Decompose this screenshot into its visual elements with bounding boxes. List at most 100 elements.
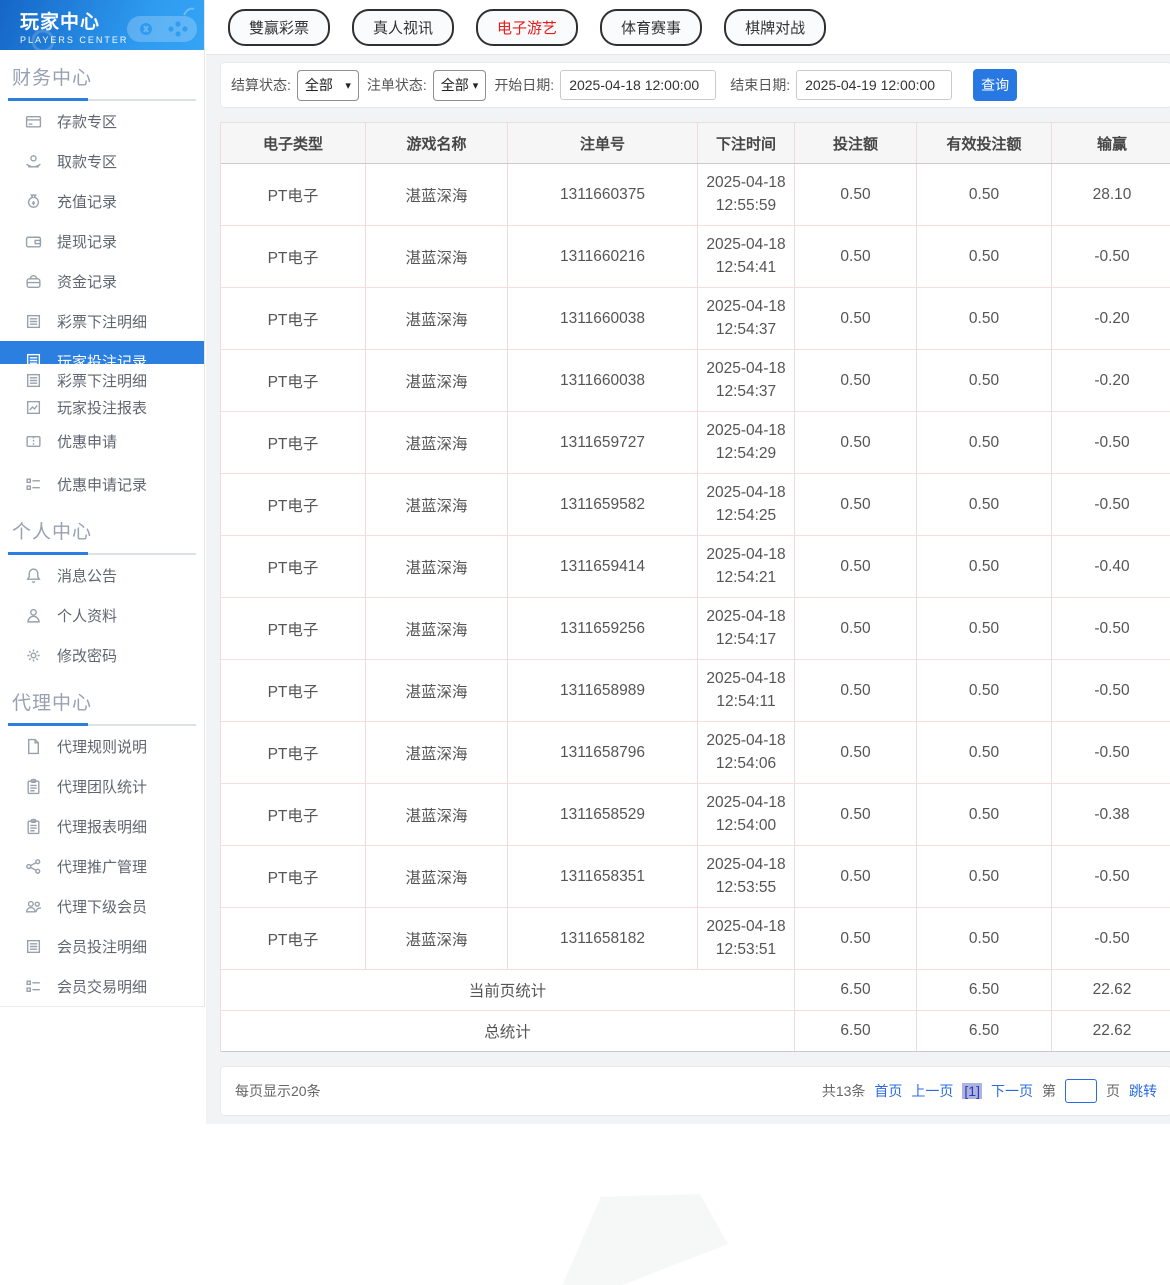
section-divider (12, 724, 196, 726)
finance-menu: 存款专区 取款专区 充值记录 提现记录 资金记录 彩票下注明细 玩家投注记录 彩… (0, 101, 204, 504)
circle-decoration (28, 29, 58, 50)
section-divider (12, 99, 196, 101)
table-row: PT电子 湛蓝深海 1311659256 2025-04-18 12:54:17… (221, 598, 1170, 660)
personal-menu: 消息公告 个人资料 修改密码 (0, 555, 204, 675)
sidebar-item[interactable]: 代理推广管理 (0, 846, 204, 886)
sidebar-item[interactable]: 代理下级会员 (0, 886, 204, 926)
sidebar-item[interactable]: 优惠申请记录 (0, 464, 204, 504)
sidebar-item[interactable]: 会员交易明细 (0, 966, 204, 1006)
section-finance: 财务中心 (0, 50, 204, 101)
gear-icon (25, 647, 42, 664)
sidebar: 玩家中心 PLAYERS CENTER 财务中心 存款专区 取款专区 充值记录 (0, 0, 205, 1007)
section-agent: 代理中心 (0, 675, 204, 726)
end-date-label: 结束日期: (730, 75, 790, 95)
sidebar-item[interactable]: 玩家投注记录 (0, 341, 204, 364)
clipboard-icon (25, 818, 42, 835)
chevron-down-icon: ▾ (473, 79, 479, 92)
gamepad-icon (126, 2, 198, 50)
bell-icon (25, 567, 42, 584)
jump-suffix-label: 页 (1106, 1081, 1120, 1101)
coupon-icon (25, 433, 42, 450)
section-personal: 个人中心 (0, 504, 204, 555)
deposit-card-icon (25, 113, 42, 130)
col-header-game: 游戏名称 (365, 123, 507, 163)
settle-status-label: 结算状态: (231, 75, 291, 95)
sidebar-item[interactable]: 代理报表明细 (0, 806, 204, 846)
sidebar-item[interactable]: 修改密码 (0, 635, 204, 675)
first-page-link[interactable]: 首页 (874, 1081, 902, 1101)
table-row: PT电子 湛蓝深海 1311660375 2025-04-18 12:55:59… (221, 164, 1170, 226)
page-summary-row: 当前页统计 6.50 6.50 22.62 (221, 970, 1170, 1011)
list-icon (25, 313, 42, 330)
settle-status-select[interactable]: 全部 ▾ (297, 70, 359, 101)
sidebar-item[interactable]: 优惠申请 (0, 418, 204, 464)
end-date-input[interactable] (796, 70, 952, 100)
page-summary-valid: 6.50 (916, 970, 1051, 1010)
next-page-link[interactable]: 下一页 (991, 1081, 1033, 1101)
sidebar-item[interactable]: 充值记录 (0, 181, 204, 221)
order-status-label: 注单状态: (367, 75, 427, 95)
list-check-icon (25, 476, 42, 493)
wallet-icon (25, 233, 42, 250)
game-tab[interactable]: 电子游艺 (476, 9, 578, 46)
sidebar-item[interactable]: 彩票下注明细 (0, 301, 204, 341)
table-row: PT电子 湛蓝深海 1311659727 2025-04-18 12:54:29… (221, 412, 1170, 474)
total-count: 共13条 (822, 1081, 866, 1101)
bet-records-table: 电子类型 游戏名称 注单号 下注时间 投注额 有效投注额 输赢 PT电子 湛蓝深… (220, 122, 1170, 1052)
table-row: PT电子 湛蓝深海 1311659582 2025-04-18 12:54:25… (221, 474, 1170, 536)
sidebar-item[interactable]: 代理规则说明 (0, 726, 204, 766)
main-area: 雙赢彩票 真人视讯 电子游艺 体育赛事 棋牌对战 结算状态: 全部 ▾ 注单状态… (206, 0, 1170, 1285)
col-header-type: 电子类型 (221, 123, 365, 163)
table-row: PT电子 湛蓝深海 1311659414 2025-04-18 12:54:21… (221, 536, 1170, 598)
sidebar-item[interactable]: 代理团队统计 (0, 766, 204, 806)
game-tab[interactable]: 真人视讯 (352, 9, 454, 46)
game-tab[interactable]: 雙赢彩票 (228, 9, 330, 46)
table-row: PT电子 湛蓝深海 1311660038 2025-04-18 12:54:37… (221, 350, 1170, 412)
table-row: PT电子 湛蓝深海 1311660038 2025-04-18 12:54:37… (221, 288, 1170, 350)
current-page-indicator: [1] (962, 1083, 982, 1099)
list-icon (25, 372, 42, 389)
users-icon (25, 898, 42, 915)
total-summary-valid: 6.50 (916, 1011, 1051, 1051)
content: 结算状态: 全部 ▾ 注单状态: 全部 ▾ 开始日期: 结束日期: 查询 电子类… (206, 55, 1170, 1124)
app-logo: 玩家中心 PLAYERS CENTER (0, 0, 204, 50)
purse-icon (25, 273, 42, 290)
sidebar-item[interactable]: 消息公告 (0, 555, 204, 595)
chart-icon (25, 399, 42, 416)
game-tab[interactable]: 棋牌对战 (724, 9, 826, 46)
sidebar-item[interactable]: 会员投注明细 (0, 926, 204, 966)
sidebar-item[interactable]: 存款专区 (0, 101, 204, 141)
jump-button[interactable]: 跳转 (1129, 1081, 1157, 1101)
sidebar-item[interactable]: 彩票下注明细 (0, 364, 204, 396)
sidebar-item[interactable]: 资金记录 (0, 261, 204, 301)
chevron-down-icon: ▾ (345, 79, 351, 92)
table-row: PT电子 湛蓝深海 1311658796 2025-04-18 12:54:06… (221, 722, 1170, 784)
section-agent-title: 代理中心 (12, 688, 196, 715)
game-tab[interactable]: 体育赛事 (600, 9, 702, 46)
section-divider (12, 553, 196, 555)
clipboard-icon (25, 778, 42, 795)
list-icon (25, 938, 42, 955)
col-header-win-loss: 输赢 (1051, 123, 1170, 163)
start-date-input[interactable] (560, 70, 716, 100)
col-header-bet-time: 下注时间 (697, 123, 794, 163)
sidebar-item[interactable]: 取款专区 (0, 141, 204, 181)
table-row: PT电子 湛蓝深海 1311658182 2025-04-18 12:53:51… (221, 908, 1170, 970)
withdraw-hand-icon (25, 153, 42, 170)
prev-page-link[interactable]: 上一页 (911, 1081, 953, 1101)
list-check-icon (25, 978, 42, 995)
sidebar-item[interactable]: 提现记录 (0, 221, 204, 261)
page-summary-bet: 6.50 (794, 970, 916, 1010)
order-status-select[interactable]: 全部 ▾ (433, 70, 487, 101)
sidebar-item[interactable]: 玩家投注报表 (0, 396, 204, 418)
section-personal-title: 个人中心 (12, 517, 196, 544)
start-date-label: 开始日期: (494, 75, 554, 95)
table-row: PT电子 湛蓝深海 1311658351 2025-04-18 12:53:55… (221, 846, 1170, 908)
sidebar-item[interactable]: 个人资料 (0, 595, 204, 635)
total-summary-win: 22.62 (1051, 1011, 1170, 1051)
table-row: PT电子 湛蓝深海 1311658989 2025-04-18 12:54:11… (221, 660, 1170, 722)
section-finance-title: 财务中心 (12, 63, 196, 90)
game-category-tabs: 雙赢彩票 真人视讯 电子游艺 体育赛事 棋牌对战 (206, 0, 1170, 55)
page-jump-input[interactable] (1065, 1079, 1097, 1103)
search-button[interactable]: 查询 (973, 69, 1017, 101)
